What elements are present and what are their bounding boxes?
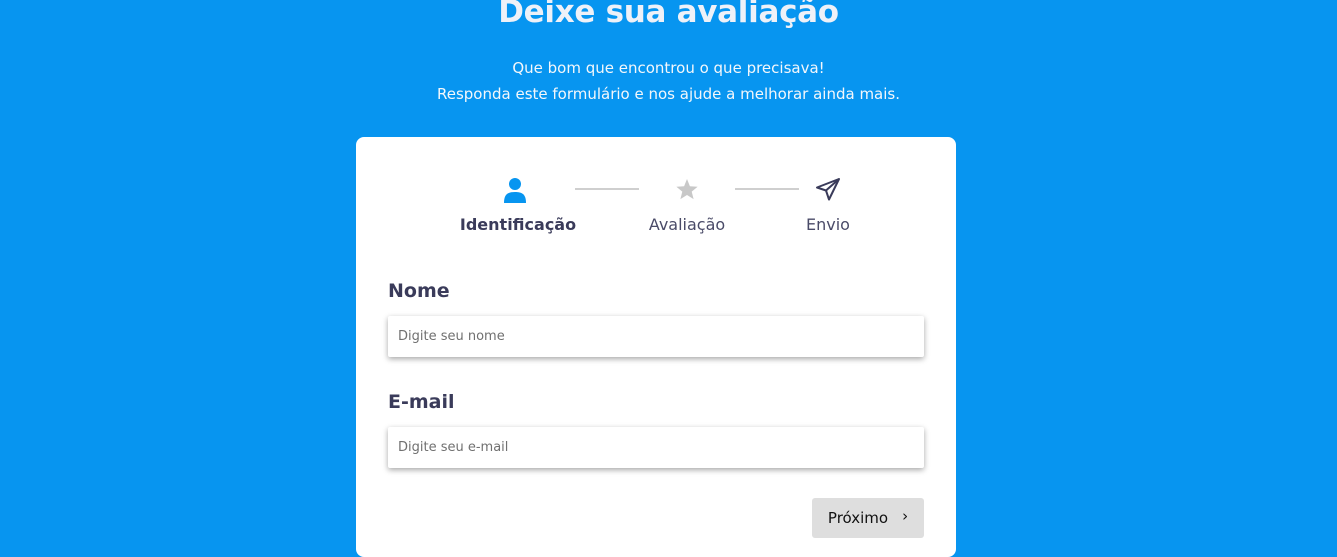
user-icon bbox=[503, 177, 527, 208]
next-button-label: Próximo bbox=[827, 509, 889, 527]
step-label-envio: Envio bbox=[806, 215, 850, 234]
subtitle-line-1: Que bom que encontrou o que precisava! bbox=[512, 59, 825, 77]
email-input[interactable] bbox=[388, 427, 924, 468]
chevron-right-icon: › bbox=[902, 506, 909, 525]
step-connector-2 bbox=[735, 188, 799, 190]
step-connector-1 bbox=[575, 188, 639, 190]
next-button[interactable]: Próximo › bbox=[812, 498, 924, 538]
send-icon bbox=[815, 177, 841, 207]
review-form-card: Identificação Avaliação Envio Nome E-mai… bbox=[356, 137, 956, 557]
name-input[interactable] bbox=[388, 316, 924, 357]
email-label: E-mail bbox=[388, 391, 455, 413]
subtitle-line-2: Responda este formulário e nos ajude a m… bbox=[436, 85, 900, 103]
step-label-avaliacao: Avaliação bbox=[648, 215, 726, 234]
name-label: Nome bbox=[388, 280, 450, 302]
page-title: Deixe sua avaliação bbox=[498, 0, 839, 30]
star-icon bbox=[675, 178, 699, 205]
step-label-identificacao: Identificação bbox=[459, 215, 577, 234]
